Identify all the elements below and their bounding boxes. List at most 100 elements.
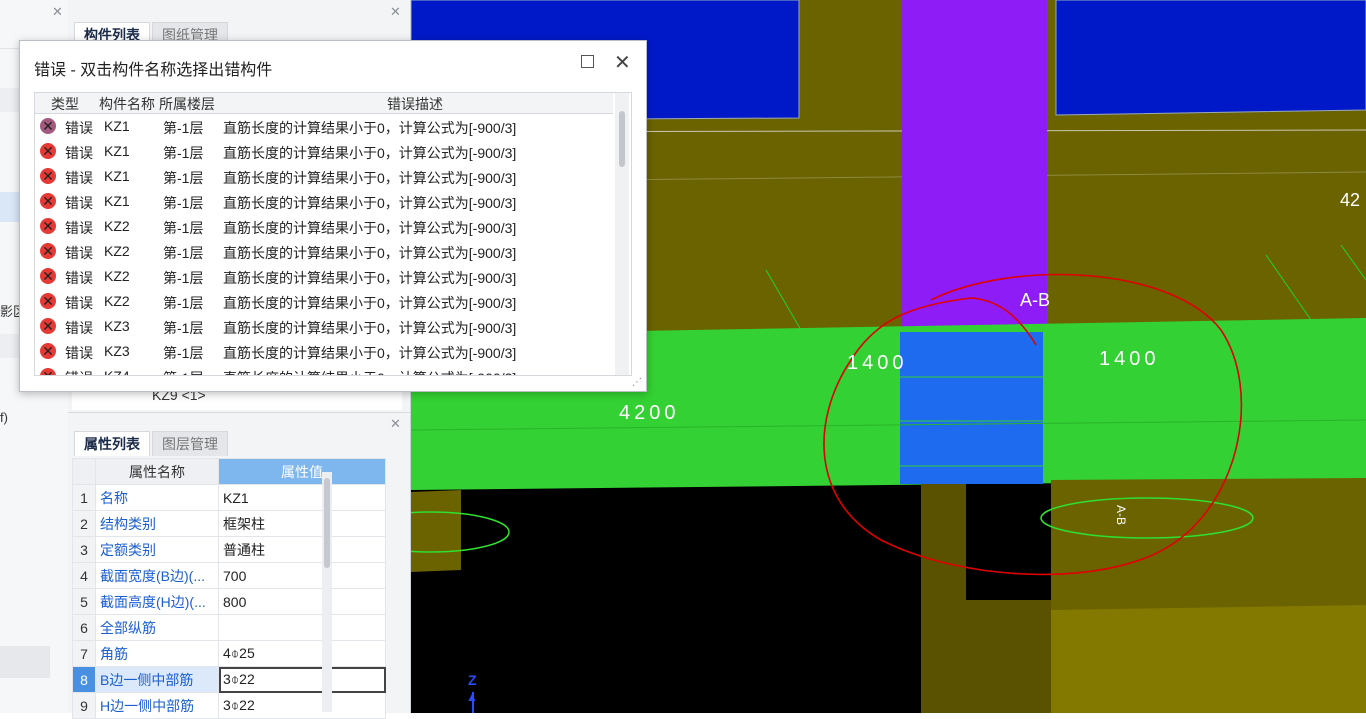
error-row[interactable]: ✕ 错误 KZ2 第-1层 直筋长度的计算结果小于0，计算公式为[-900/3] <box>35 239 613 264</box>
error-component-name[interactable]: KZ3 <box>104 318 130 334</box>
left-strip-button[interactable] <box>0 646 50 678</box>
scrollbar-thumb[interactable] <box>619 111 625 167</box>
property-row[interactable]: 7 角筋 4⌽25 <box>72 640 386 667</box>
error-type: 错误 <box>65 345 93 361</box>
tab-property-list[interactable]: 属性列表 <box>74 431 150 456</box>
property-value-editor[interactable]: 3⌽22 <box>218 666 386 693</box>
error-row[interactable]: ✕ 错误 KZ3 第-1层 直筋长度的计算结果小于0，计算公式为[-900/3] <box>35 339 613 364</box>
property-name: 截面宽度(B边)(... <box>95 562 219 589</box>
resize-grip-icon[interactable]: ⋰ <box>632 377 642 388</box>
close-icon[interactable]: ✕ <box>614 50 631 75</box>
close-icon[interactable]: ✕ <box>52 4 63 20</box>
error-description: 直筋长度的计算结果小于0，计算公式为[-900/3] <box>223 295 517 311</box>
error-row[interactable]: ✕ 错误 KZ2 第-1层 直筋长度的计算结果小于0，计算公式为[-900/3] <box>35 264 613 289</box>
column-header-name[interactable]: 构件名称 <box>99 94 155 114</box>
property-value[interactable] <box>218 614 386 641</box>
property-row[interactable]: 5 截面高度(H边)(... 800 <box>72 588 386 615</box>
error-floor: 第-1层 <box>163 145 204 161</box>
error-row[interactable]: ✕ 错误 KZ3 第-1层 直筋长度的计算结果小于0，计算公式为[-900/3] <box>35 314 613 339</box>
property-row-selected[interactable]: 8 B边一侧中部筋 3⌽22 <box>72 666 386 693</box>
error-dialog: 错误 - 双击构件名称选择出错构件 ✕ 类型 构件名称 所属楼层 错误描述 ✕ 错… <box>19 40 647 392</box>
property-name: 角筋 <box>95 640 219 667</box>
index-header <box>72 458 96 485</box>
property-value[interactable]: KZ1 <box>218 484 386 511</box>
left-strip-row[interactable]: f) <box>0 406 68 430</box>
property-row[interactable]: 2 结构类别 框架柱 <box>72 510 386 537</box>
property-value[interactable]: 3⌽22 <box>218 692 386 719</box>
error-description: 直筋长度的计算结果小于0，计算公式为[-900/3] <box>223 120 517 136</box>
tab-layer-management[interactable]: 图层管理 <box>152 431 228 456</box>
error-type: 错误 <box>65 195 93 211</box>
dimension-label: 1400 <box>847 352 908 374</box>
property-row[interactable]: 1 名称 KZ1 <box>72 484 386 511</box>
error-row[interactable]: ✕ 错误 KZ1 第-1层 直筋长度的计算结果小于0，计算公式为[-900/3] <box>35 164 613 189</box>
panel-divider: ✕ <box>68 412 410 433</box>
property-scrollbar[interactable] <box>322 472 332 712</box>
error-component-name[interactable]: KZ2 <box>104 293 130 309</box>
error-row[interactable]: ✕ 错误 KZ1 第-1层 直筋长度的计算结果小于0，计算公式为[-900/3] <box>35 189 613 214</box>
error-row[interactable]: ✕ 错误 KZ1 第-1层 直筋长度的计算结果小于0，计算公式为[-900/3] <box>35 139 613 164</box>
error-row[interactable]: ✕ 错误 KZ4 第-1层 直筋长度的计算结果小于0，计算公式为[-900/3] <box>35 364 613 375</box>
error-type: 错误 <box>65 320 93 336</box>
column-beam-intersection <box>900 332 1043 484</box>
property-value[interactable]: 普通柱 <box>218 536 386 563</box>
close-icon[interactable]: ✕ <box>390 4 401 20</box>
purple-column <box>902 0 1047 333</box>
error-type: 错误 <box>65 245 93 261</box>
column-header-description[interactable]: 错误描述 <box>387 94 443 114</box>
property-name: H边一侧中部筋 <box>95 692 219 719</box>
error-list-scrollbar[interactable] <box>615 93 629 375</box>
property-name: 定额类别 <box>95 536 219 563</box>
error-row[interactable]: ✕ 错误 KZ1 第-1层 直筋长度的计算结果小于0，计算公式为[-900/3] <box>35 114 613 139</box>
scrollbar-thumb[interactable] <box>324 478 330 568</box>
row-index: 8 <box>72 666 96 693</box>
error-floor: 第-1层 <box>163 270 204 286</box>
property-row[interactable]: 6 全部纵筋 <box>72 614 386 641</box>
property-value[interactable]: 700 <box>218 562 386 589</box>
column-header-type[interactable]: 类型 <box>51 94 79 114</box>
error-component-name[interactable]: KZ4 <box>104 368 130 375</box>
error-description: 直筋长度的计算结果小于0，计算公式为[-900/3] <box>223 345 517 361</box>
property-value[interactable]: 4⌽25 <box>218 640 386 667</box>
error-component-name[interactable]: KZ1 <box>104 143 130 159</box>
error-component-name[interactable]: KZ2 <box>104 268 130 284</box>
property-value[interactable]: 框架柱 <box>218 510 386 537</box>
error-floor: 第-1层 <box>163 220 204 236</box>
property-row[interactable]: 4 截面宽度(B边)(... 700 <box>72 562 386 589</box>
row-index: 5 <box>72 588 96 615</box>
error-floor: 第-1层 <box>163 120 204 136</box>
error-icon: ✕ <box>40 243 56 259</box>
z-axis-label: Z <box>468 672 477 688</box>
error-row[interactable]: ✕ 错误 KZ2 第-1层 直筋长度的计算结果小于0，计算公式为[-900/3] <box>35 214 613 239</box>
column-header-floor[interactable]: 所属楼层 <box>159 94 215 114</box>
property-name-header[interactable]: 属性名称 <box>95 458 219 485</box>
error-type: 错误 <box>65 145 93 161</box>
close-icon[interactable]: ✕ <box>390 416 401 432</box>
error-component-name[interactable]: KZ3 <box>104 343 130 359</box>
property-row[interactable]: 9 H边一侧中部筋 3⌽22 <box>72 692 386 719</box>
error-component-name[interactable]: KZ2 <box>104 218 130 234</box>
error-component-name[interactable]: KZ1 <box>104 118 130 134</box>
property-value-header[interactable]: 属性值 <box>218 458 386 485</box>
error-description: 直筋长度的计算结果小于0，计算公式为[-900/3] <box>223 170 517 186</box>
error-row[interactable]: ✕ 错误 KZ2 第-1层 直筋长度的计算结果小于0，计算公式为[-900/3] <box>35 289 613 314</box>
property-value[interactable]: 800 <box>218 588 386 615</box>
error-floor: 第-1层 <box>163 295 204 311</box>
property-table-header: 属性名称 属性值 <box>72 458 386 485</box>
top-slab-right <box>1055 0 1366 116</box>
error-floor: 第-1层 <box>163 320 204 336</box>
row-index: 6 <box>72 614 96 641</box>
property-table: 属性名称 属性值 1 名称 KZ1 2 结构类别 框架柱 3 定额类别 普通柱 … <box>72 458 386 719</box>
error-icon: ✕ <box>40 118 56 134</box>
error-component-name[interactable]: KZ1 <box>104 168 130 184</box>
row-index: 7 <box>72 640 96 667</box>
error-component-name[interactable]: KZ1 <box>104 193 130 209</box>
error-description: 直筋长度的计算结果小于0，计算公式为[-900/3] <box>223 270 517 286</box>
error-description: 直筋长度的计算结果小于0，计算公式为[-900/3] <box>223 145 517 161</box>
maximize-icon[interactable] <box>581 55 594 68</box>
error-type: 错误 <box>65 220 93 236</box>
error-icon: ✕ <box>40 193 56 209</box>
error-component-name[interactable]: KZ2 <box>104 243 130 259</box>
property-row[interactable]: 3 定额类别 普通柱 <box>72 536 386 563</box>
row-index: 9 <box>72 692 96 719</box>
